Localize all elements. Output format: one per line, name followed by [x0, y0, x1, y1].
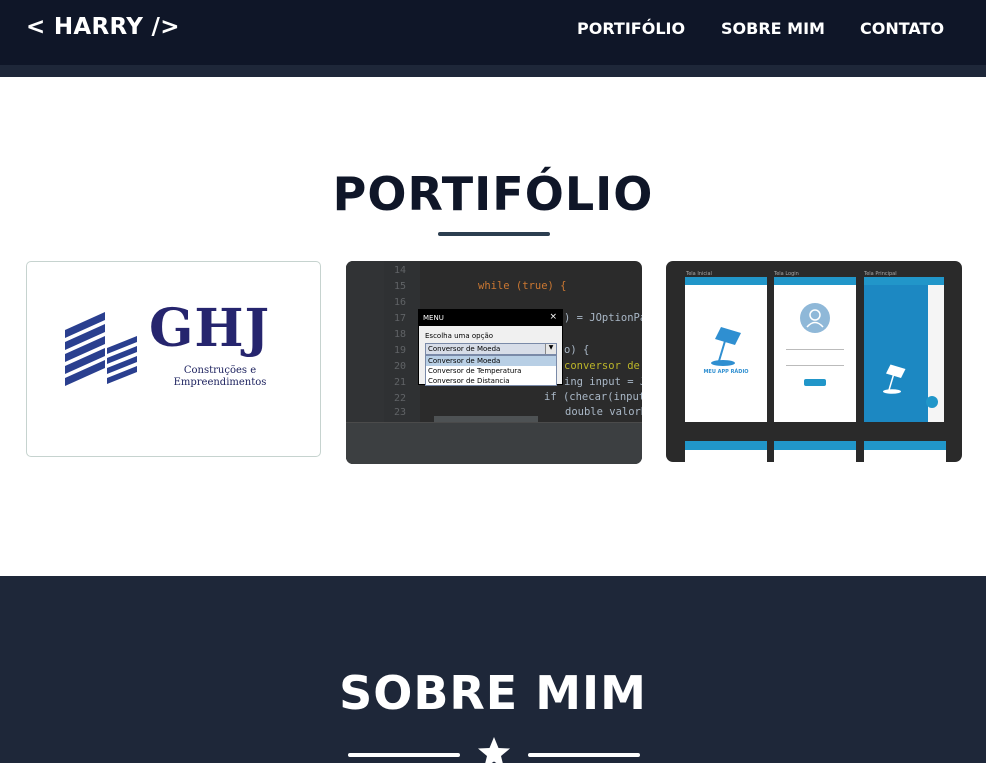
- dialog-option: Conversor de Temperatura: [428, 367, 522, 375]
- dialog-select-value: Conversor de Moeda: [428, 345, 501, 353]
- app-name: MEU APP RÁDIO: [703, 369, 749, 375]
- dialog-title: MENU: [419, 310, 562, 326]
- code-line: while (true) {: [478, 280, 567, 292]
- app-screen-search: [685, 441, 767, 462]
- menu-dialog: MENU × Escolha uma opção Conversor de Mo…: [418, 309, 563, 386]
- portfolio-section: PORTIFÓLIO GHJ Construções e Empreendime…: [0, 77, 986, 576]
- portfolio-title: PORTIFÓLIO: [332, 167, 654, 221]
- app-status-bar: [685, 441, 767, 450]
- portfolio-card-ghj[interactable]: GHJ Construções e Empreendimentos: [26, 261, 321, 457]
- line-number: 21: [394, 377, 407, 388]
- app-status-bar: [864, 277, 944, 285]
- drawer-panel: [864, 285, 928, 422]
- code-line: conversor de Moe: [564, 360, 642, 372]
- portfolio-card-app-screens[interactable]: Tela Inicial Tela Login Tela Principal M…: [666, 261, 962, 462]
- app-screen-splash: MEU APP RÁDIO: [685, 277, 767, 422]
- code-line: ) = JOptionPane: [564, 312, 642, 324]
- app-status-bar: [864, 441, 946, 450]
- dialog-select: Conversor de Moeda ▼: [425, 343, 557, 355]
- line-number: 14: [394, 265, 407, 276]
- line-number: 19: [394, 345, 407, 356]
- line-number: 17: [394, 313, 407, 324]
- app-status-bar: [774, 277, 856, 285]
- portfolio-divider: [438, 232, 550, 236]
- dialog-label: Escolha uma opção: [425, 332, 494, 340]
- app-screen-login: [774, 277, 856, 422]
- lamp-icon: [883, 364, 906, 394]
- code-line: if (checar(input)): [544, 391, 642, 403]
- lamp-icon: [711, 327, 741, 366]
- brand-logo[interactable]: < HARRY />: [26, 14, 180, 40]
- nav-link-portfolio[interactable]: PORTIFÓLIO: [577, 19, 685, 38]
- ghj-logo-subtitle: Construções e Empreendimentos: [173, 365, 267, 388]
- building-logo-icon: [65, 312, 137, 386]
- navbar-inner: < HARRY /> PORTIFÓLIO SOBRE MIM CONTATO: [0, 0, 986, 65]
- app-status-bar: [774, 441, 856, 450]
- line-number: 20: [394, 361, 407, 372]
- app-screen-drawer: [864, 277, 944, 422]
- dialog-option: Conversor de Moeda: [426, 356, 556, 366]
- star-icon: [478, 737, 510, 763]
- navbar: < HARRY /> PORTIFÓLIO SOBRE MIM CONTATO: [0, 0, 986, 77]
- login-button-preview: [804, 379, 826, 386]
- line-number: 18: [394, 329, 407, 340]
- code-line: ing input = JOp: [564, 376, 642, 388]
- app-status-bar: [685, 277, 767, 285]
- line-number: 23: [394, 407, 407, 418]
- dialog-options: Conversor de Moeda Conversor de Temperat…: [425, 355, 557, 386]
- sobre-mim-section: SOBRE MIM: [0, 576, 986, 763]
- editor-bottom-panel: [346, 422, 642, 464]
- nav-link-contato[interactable]: CONTATO: [860, 19, 944, 38]
- app-screen-today: [774, 441, 856, 462]
- code-line: o) {: [564, 344, 590, 356]
- app-screen-today-alt: [864, 441, 946, 462]
- code-line: double valorRe: [565, 406, 642, 418]
- divider-line-left: [348, 753, 460, 757]
- portfolio-card-java-converter[interactable]: 14 15 16 17 18 19 20 21 22 23 while (tru…: [346, 261, 642, 464]
- fab-add-icon: [926, 396, 938, 408]
- divider-line-right: [528, 753, 640, 757]
- line-number: 16: [394, 297, 407, 308]
- editor-line-numbers: 14 15 16 17 18 19 20 21 22 23: [384, 261, 420, 423]
- sobre-mim-title: SOBRE MIM: [339, 666, 647, 720]
- dialog-option: Conversor de Distancia: [428, 377, 510, 385]
- avatar-icon: [800, 303, 830, 333]
- chevron-down-icon: ▼: [545, 344, 556, 354]
- nav-link-sobre-mim[interactable]: SOBRE MIM: [721, 19, 825, 38]
- ghj-logo-letters: GHJ: [149, 298, 271, 359]
- close-icon: ×: [549, 312, 557, 322]
- line-number: 22: [394, 393, 407, 404]
- line-number: 15: [394, 281, 407, 292]
